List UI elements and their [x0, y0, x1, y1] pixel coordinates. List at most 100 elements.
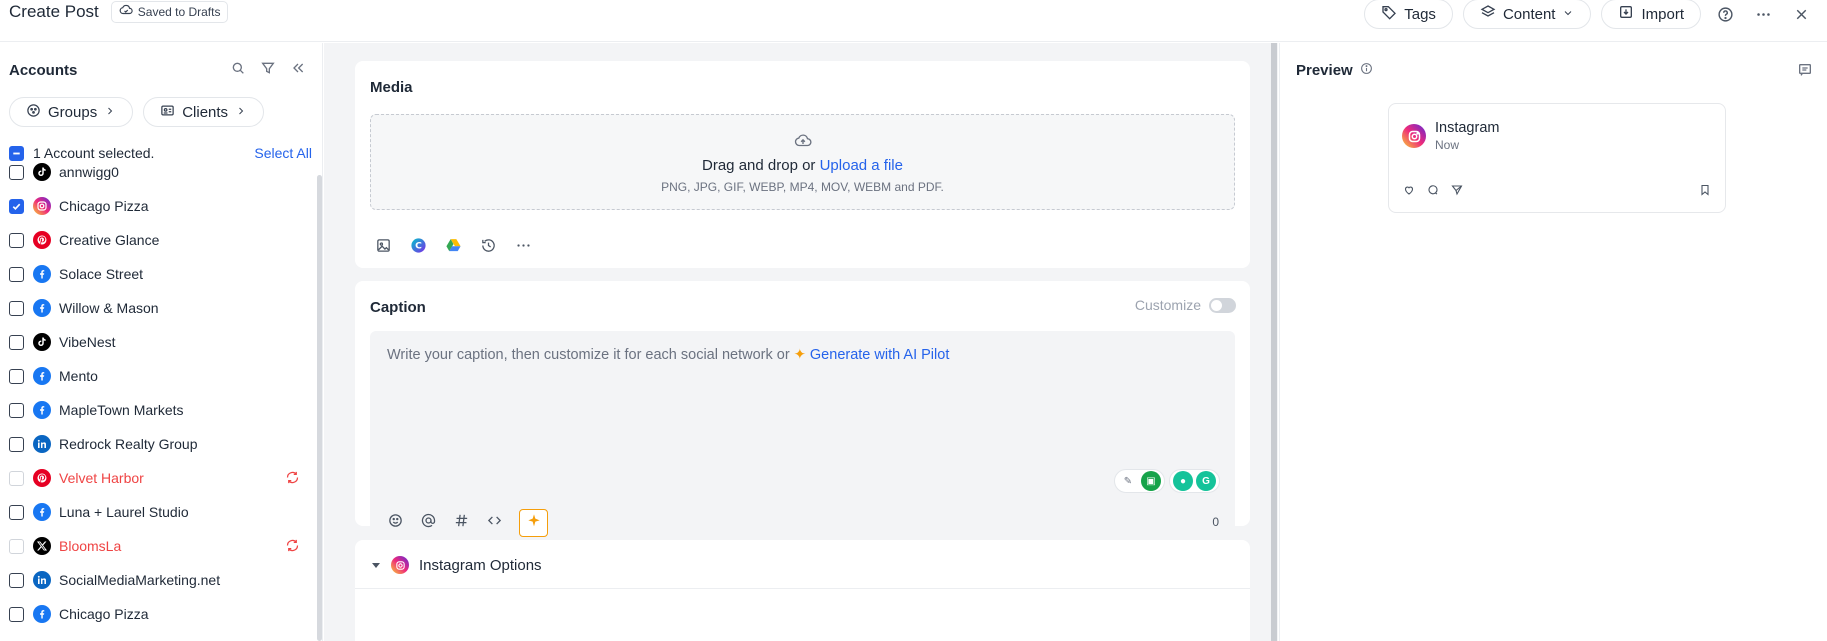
account-checkbox[interactable] [9, 198, 24, 214]
draft-status-badge: Saved to Drafts [110, 0, 229, 23]
linkedin-icon [33, 435, 51, 453]
account-row[interactable]: Velvet Harbor [0, 461, 318, 495]
ai-assist-button[interactable] [519, 509, 548, 537]
account-checkbox[interactable] [9, 606, 24, 622]
account-row[interactable]: BloomsLa [0, 529, 318, 563]
reconnect-icon[interactable] [285, 538, 300, 558]
composer-area: Media Drag and drop or Upload a file PNG… [324, 43, 1278, 641]
generate-ai-link[interactable]: Generate with AI Pilot [810, 347, 949, 363]
feather-icon: ✎ [1118, 471, 1138, 491]
cloud-check-icon [119, 3, 133, 20]
account-row[interactable]: SocialMediaMarketing.net [0, 563, 318, 597]
groups-filter-button[interactable]: Groups [9, 97, 134, 127]
search-icon[interactable] [230, 60, 246, 81]
bookmark-icon [1699, 183, 1711, 201]
account-row[interactable]: Creative Glance [0, 223, 318, 257]
draft-status-text: Saved to Drafts [137, 4, 221, 19]
account-name: Willow & Mason [59, 300, 159, 316]
account-checkbox[interactable] [9, 436, 24, 452]
sidebar-tools [230, 60, 306, 81]
account-row[interactable]: Willow & Mason [0, 291, 318, 325]
more-media-options-icon[interactable] [515, 237, 532, 259]
comment-preview-icon[interactable] [1797, 62, 1813, 83]
groups-label: Groups [48, 103, 98, 121]
filter-icon[interactable] [260, 60, 276, 81]
account-checkbox[interactable] [9, 368, 24, 384]
composer-scrollbar[interactable] [1271, 43, 1277, 641]
account-row[interactable]: Chicago Pizza [0, 189, 318, 223]
ai-sparkle-icon [526, 513, 542, 534]
more-options-icon[interactable] [1749, 0, 1777, 28]
customize-label: Customize [1134, 297, 1201, 313]
account-checkbox[interactable] [9, 164, 24, 180]
robot-icon: ▣ [1141, 471, 1161, 491]
dropzone-text: Drag and drop or Upload a file [371, 157, 1234, 174]
customize-toggle[interactable] [1209, 297, 1236, 313]
caption-title: Caption [370, 299, 426, 316]
drop-label: Drag and drop or [702, 157, 816, 174]
account-checkbox[interactable] [9, 266, 24, 282]
google-drive-icon[interactable] [445, 237, 462, 259]
import-icon [1618, 4, 1634, 24]
account-list: annwigg0 Chicago Pizza Creative Glance Sola… [0, 155, 318, 631]
account-checkbox[interactable] [9, 232, 24, 248]
chevron-right-icon [235, 104, 247, 121]
code-icon[interactable] [486, 512, 503, 534]
import-label: Import [1641, 5, 1684, 23]
facebook-icon [33, 299, 51, 317]
upload-file-link[interactable]: Upload a file [820, 157, 903, 174]
emoji-icon[interactable] [387, 512, 404, 534]
help-icon[interactable] [1711, 0, 1739, 28]
account-row[interactable]: MapleTown Markets [0, 393, 318, 427]
mention-icon[interactable] [420, 512, 437, 534]
account-row[interactable]: Luna + Laurel Studio [0, 495, 318, 529]
import-button[interactable]: Import [1601, 0, 1701, 29]
account-row[interactable]: Mento [0, 359, 318, 393]
reconnect-icon[interactable] [285, 470, 300, 490]
preview-header: Preview [1296, 62, 1373, 79]
media-dropzone[interactable]: Drag and drop or Upload a file PNG, JPG,… [370, 114, 1235, 210]
caption-editor[interactable]: Write your caption, then customize it fo… [370, 331, 1235, 551]
preview-actions [1403, 183, 1463, 201]
cloud-upload-icon [371, 132, 1234, 155]
account-row[interactable]: VibeNest [0, 325, 318, 359]
account-row[interactable]: Redrock Realty Group [0, 427, 318, 461]
account-checkbox[interactable] [9, 334, 24, 350]
account-checkbox[interactable] [9, 402, 24, 418]
svg-text:C: C [415, 241, 422, 252]
tiktok-icon [33, 333, 51, 351]
pinterest-icon [33, 469, 51, 487]
history-icon[interactable] [480, 237, 497, 259]
canva-icon[interactable]: C [410, 237, 427, 259]
page-title: Create Post [9, 1, 99, 21]
comment-icon [1427, 183, 1439, 201]
hashtag-icon[interactable] [453, 512, 470, 534]
media-card: Media Drag and drop or Upload a file PNG… [355, 61, 1250, 268]
close-icon[interactable] [1787, 0, 1815, 28]
customize-control[interactable]: Customize [1135, 297, 1236, 313]
caption-placeholder: Write your caption, then customize it fo… [387, 347, 949, 363]
account-row[interactable]: annwigg0 [0, 155, 318, 189]
account-row[interactable]: Chicago Pizza [0, 597, 318, 631]
tags-button[interactable]: Tags [1364, 0, 1453, 29]
collapse-sidebar-icon[interactable] [290, 60, 306, 81]
grammarly-plugin[interactable]: ● G [1169, 469, 1220, 493]
clients-filter-button[interactable]: Clients [143, 97, 265, 127]
account-name: SocialMediaMarketing.net [59, 572, 221, 588]
account-checkbox[interactable] [9, 300, 24, 316]
instagram-options-card[interactable]: Instagram Options [355, 540, 1250, 641]
facebook-icon [33, 503, 51, 521]
facebook-icon [33, 401, 51, 419]
account-row[interactable]: Solace Street [0, 257, 318, 291]
instagram-options-header[interactable]: Instagram Options [371, 556, 542, 574]
account-checkbox[interactable] [9, 504, 24, 520]
header-actions: Tags Content Import [1364, 0, 1815, 29]
tag-icon [1381, 4, 1397, 24]
tiktok-icon [33, 163, 51, 181]
account-checkbox[interactable] [9, 572, 24, 588]
info-icon[interactable] [1360, 62, 1373, 79]
content-button[interactable]: Content [1462, 0, 1592, 29]
image-library-icon[interactable] [375, 237, 392, 259]
account-name: Luna + Laurel Studio [59, 504, 189, 520]
assistant-plugin[interactable]: ✎ ▣ [1114, 469, 1165, 493]
